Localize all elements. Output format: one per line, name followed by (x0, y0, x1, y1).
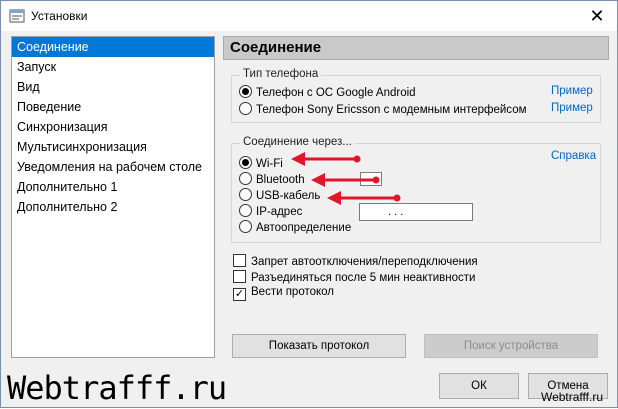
disconnect-inactive-label: Разъединяться после 5 мин неактивности (251, 272, 476, 284)
phone-sony-label: Телефон Sony Ericsson с модемным интерфе… (256, 104, 527, 116)
radio-ip[interactable] (239, 204, 252, 217)
keep-log-checkbox[interactable]: ✓ (233, 288, 246, 301)
keep-log-option[interactable]: ✓ Вести протокол (233, 286, 334, 302)
window-title: Установки (31, 9, 88, 23)
ok-button[interactable]: ОК (439, 373, 519, 399)
ip-address-input[interactable]: . . . (359, 203, 473, 221)
conn-auto-label: Автоопределение (256, 222, 352, 234)
nav-item-startup[interactable]: Запуск (12, 57, 214, 77)
radio-usb[interactable] (239, 188, 252, 201)
show-log-button[interactable]: Показать протокол (232, 334, 406, 358)
close-icon[interactable]: ✕ (583, 3, 611, 29)
nav-item-desktop-notifications[interactable]: Уведомления на рабочем столе (12, 157, 214, 177)
radio-sony[interactable] (239, 102, 252, 115)
conn-ip-label: IP-адрес (256, 206, 303, 218)
conn-wifi-option[interactable]: Wi-Fi (239, 156, 283, 172)
nav-item-connection[interactable]: Соединение (12, 37, 214, 57)
android-example-link[interactable]: Пример (551, 85, 593, 97)
nav-item-advanced-2[interactable]: Дополнительно 2 (12, 197, 214, 217)
nav-item-sync[interactable]: Синхронизация (12, 117, 214, 137)
settings-app-icon (9, 9, 25, 23)
panel-title: Соединение (223, 36, 609, 60)
ip-address-placeholder: . . . (388, 206, 404, 218)
connection-via-group-title: Соединение через... (240, 136, 355, 148)
nav-item-advanced-1[interactable]: Дополнительно 1 (12, 177, 214, 197)
nav-item-behavior[interactable]: Поведение (12, 97, 214, 117)
radio-wifi[interactable] (239, 156, 252, 169)
sony-example-link[interactable]: Пример (551, 102, 593, 114)
conn-bluetooth-label: Bluetooth (256, 174, 305, 186)
conn-ip-option[interactable]: IP-адрес (239, 204, 302, 220)
bluetooth-device-field[interactable] (360, 172, 382, 186)
conn-bluetooth-option[interactable]: Bluetooth (239, 172, 305, 188)
disconnect-inactive-checkbox[interactable] (233, 270, 246, 283)
no-auto-disconnect-option[interactable]: Запрет автоотключения/переподключения (233, 254, 478, 270)
conn-auto-option[interactable]: Автоопределение (239, 220, 351, 236)
settings-window: Установки ✕ Соединение Запуск Вид Поведе… (0, 0, 618, 408)
nav-item-view[interactable]: Вид (12, 77, 214, 97)
help-link[interactable]: Справка (551, 150, 596, 162)
phone-android-label: Телефон с ОС Google Android (256, 87, 416, 99)
no-auto-disconnect-checkbox[interactable] (233, 254, 246, 267)
radio-bluetooth[interactable] (239, 172, 252, 185)
disconnect-inactive-option[interactable]: Разъединяться после 5 мин неактивности (233, 270, 475, 286)
watermark-small: Webtrafff.ru (540, 390, 603, 404)
settings-category-list: Соединение Запуск Вид Поведение Синхрони… (11, 36, 215, 358)
phone-type-group-title: Тип телефона (240, 68, 322, 80)
device-search-button[interactable]: Поиск устройства (424, 334, 598, 358)
radio-auto[interactable] (239, 220, 252, 233)
conn-usb-label: USB-кабель (256, 190, 321, 202)
conn-usb-option[interactable]: USB-кабель (239, 188, 320, 204)
nav-item-multisync[interactable]: Мультисинхронизация (12, 137, 214, 157)
keep-log-label: Вести протокол (251, 286, 335, 298)
title-bar: Установки ✕ (1, 1, 617, 31)
conn-wifi-label: Wi-Fi (256, 158, 283, 170)
watermark-large: Webtrafff.ru (7, 369, 227, 407)
phone-sony-option[interactable]: Телефон Sony Ericsson с модемным интерфе… (239, 102, 527, 118)
no-auto-disconnect-label: Запрет автоотключения/переподключения (251, 256, 478, 268)
phone-android-option[interactable]: Телефон с ОС Google Android (239, 85, 416, 101)
radio-android[interactable] (239, 85, 252, 98)
